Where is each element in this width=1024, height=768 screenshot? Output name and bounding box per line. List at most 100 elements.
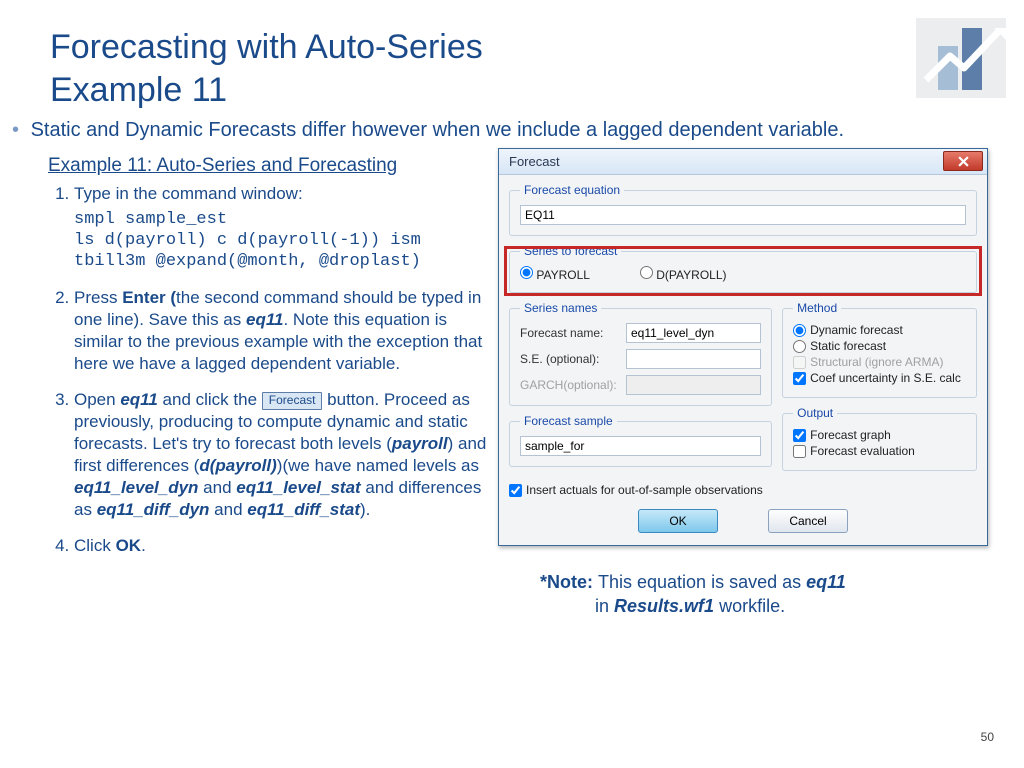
- check-insert-actuals-input[interactable]: [509, 484, 522, 497]
- check-insert-actuals[interactable]: Insert actuals for out-of-sample observa…: [509, 483, 977, 497]
- check-structural-label: Structural (ignore ARMA): [810, 355, 943, 369]
- output-group: Output Forecast graph Forecast evaluatio…: [782, 406, 977, 471]
- enter-key: Enter (: [122, 288, 176, 307]
- t: and: [198, 478, 236, 497]
- command-block: smpl sample_est ls d(payroll) c d(payrol…: [74, 209, 488, 273]
- note-text: *Note: This equation is saved as eq11 in…: [540, 570, 970, 619]
- garch-label: GARCH(optional):: [520, 378, 620, 392]
- radio-payroll-label: PAYROLL: [536, 268, 590, 282]
- equation-input[interactable]: [520, 205, 966, 225]
- group-legend: Forecast equation: [520, 183, 624, 197]
- radio-static-label: Static forecast: [810, 339, 886, 353]
- garch-input: [626, 375, 761, 395]
- check-graph-label: Forecast graph: [810, 428, 891, 442]
- radio-dpayroll-input[interactable]: [640, 266, 653, 279]
- payroll: payroll: [392, 434, 448, 453]
- forecast-name-input[interactable]: [626, 323, 761, 343]
- note-prefix: *Note:: [540, 572, 598, 592]
- t: )(we have named levels as: [277, 456, 479, 475]
- step-3: Open eq11 and click the Forecast button.…: [74, 389, 488, 522]
- sample-input[interactable]: [520, 436, 761, 456]
- radio-dpayroll[interactable]: D(PAYROLL): [640, 266, 727, 282]
- check-coef-input[interactable]: [793, 372, 806, 385]
- series-to-forecast-group: Series to forecast PAYROLL D(PAYROLL): [509, 244, 977, 293]
- check-coef-label: Coef uncertainty in S.E. calc: [810, 371, 961, 385]
- step-1-intro: Type in the command window:: [74, 184, 303, 203]
- check-structural: Structural (ignore ARMA): [793, 355, 966, 369]
- subtitle-line: • Static and Dynamic Forecasts differ ho…: [12, 119, 844, 142]
- forecast-equation-group: Forecast equation: [509, 183, 977, 236]
- check-structural-input: [793, 356, 806, 369]
- se-label: S.E. (optional):: [520, 352, 620, 366]
- group-legend: Output: [793, 406, 837, 420]
- group-legend: Method: [793, 301, 841, 315]
- note-file: Results.wf1: [614, 596, 714, 616]
- step-1: Type in the command window: smpl sample_…: [74, 183, 488, 273]
- forecast-dialog: Forecast Forecast equation Series to for…: [498, 148, 988, 546]
- group-legend: Forecast sample: [520, 414, 617, 428]
- n4: eq11_diff_stat: [247, 500, 360, 519]
- eq11-name: eq11: [246, 310, 284, 329]
- slide-title: Forecasting with Auto-Series Example 11: [50, 26, 483, 111]
- check-insert-actuals-label: Insert actuals for out-of-sample observa…: [526, 483, 763, 497]
- steps-list: Type in the command window: smpl sample_…: [48, 183, 488, 558]
- series-names-group: Series names Forecast name: S.E. (option…: [509, 301, 772, 406]
- radio-payroll[interactable]: PAYROLL: [520, 266, 590, 282]
- t: This equation is saved as: [598, 572, 806, 592]
- check-graph[interactable]: Forecast graph: [793, 428, 966, 442]
- dialog-button-row: OK Cancel: [509, 509, 977, 533]
- step-4: Click OK.: [74, 535, 488, 557]
- series-radio-row: PAYROLL D(PAYROLL): [520, 266, 966, 282]
- t: and click the: [158, 390, 262, 409]
- t: .: [141, 536, 146, 555]
- group-legend: Series names: [520, 301, 601, 315]
- n3: eq11_diff_dyn: [97, 500, 210, 519]
- t: in: [590, 596, 614, 616]
- ok-label: OK: [116, 536, 142, 555]
- t: and: [209, 500, 247, 519]
- t: ).: [360, 500, 370, 519]
- radio-dynamic-input[interactable]: [793, 324, 806, 337]
- radio-dynamic-label: Dynamic forecast: [810, 323, 903, 337]
- page-number: 50: [981, 730, 994, 744]
- title-line-1: Forecasting with Auto-Series: [50, 28, 483, 66]
- check-coef[interactable]: Coef uncertainty in S.E. calc: [793, 371, 966, 385]
- radio-dpayroll-label: D(PAYROLL): [656, 268, 726, 282]
- check-eval-input[interactable]: [793, 445, 806, 458]
- eq11-name: eq11: [120, 390, 158, 409]
- dialog-body: Forecast equation Series to forecast PAY…: [499, 175, 987, 545]
- chart-logo-icon: [916, 18, 1006, 98]
- check-eval[interactable]: Forecast evaluation: [793, 444, 966, 458]
- cancel-button[interactable]: Cancel: [768, 509, 848, 533]
- note-eq: eq11: [806, 572, 846, 592]
- instructions-column: Example 11: Auto-Series and Forecasting …: [48, 154, 488, 572]
- forecast-sample-group: Forecast sample: [509, 414, 772, 467]
- t: Click: [74, 536, 116, 555]
- method-group: Method Dynamic forecast Static forecast …: [782, 301, 977, 398]
- t: workfile.: [714, 596, 785, 616]
- close-button[interactable]: [943, 151, 983, 171]
- n1: eq11_level_dyn: [74, 478, 198, 497]
- title-line-2: Example 11: [50, 71, 227, 109]
- dpayroll: d(payroll): [199, 456, 276, 475]
- radio-payroll-input[interactable]: [520, 266, 533, 279]
- dialog-titlebar: Forecast: [499, 149, 987, 175]
- t: Press: [74, 288, 122, 307]
- group-legend: Series to forecast: [520, 244, 621, 258]
- se-input[interactable]: [626, 349, 761, 369]
- check-eval-label: Forecast evaluation: [810, 444, 915, 458]
- check-graph-input[interactable]: [793, 429, 806, 442]
- dialog-title: Forecast: [509, 154, 560, 169]
- radio-static-input[interactable]: [793, 340, 806, 353]
- radio-static[interactable]: Static forecast: [793, 339, 966, 353]
- bullet-icon: •: [12, 119, 19, 141]
- close-icon: [958, 156, 969, 167]
- subtitle-text: Static and Dynamic Forecasts differ howe…: [31, 119, 844, 141]
- t: Open: [74, 390, 120, 409]
- step-2: Press Enter (the second command should b…: [74, 287, 488, 375]
- ok-button[interactable]: OK: [638, 509, 718, 533]
- forecast-name-label: Forecast name:: [520, 326, 620, 340]
- radio-dynamic[interactable]: Dynamic forecast: [793, 323, 966, 337]
- n2: eq11_level_stat: [236, 478, 360, 497]
- forecast-inline-button: Forecast: [262, 392, 323, 410]
